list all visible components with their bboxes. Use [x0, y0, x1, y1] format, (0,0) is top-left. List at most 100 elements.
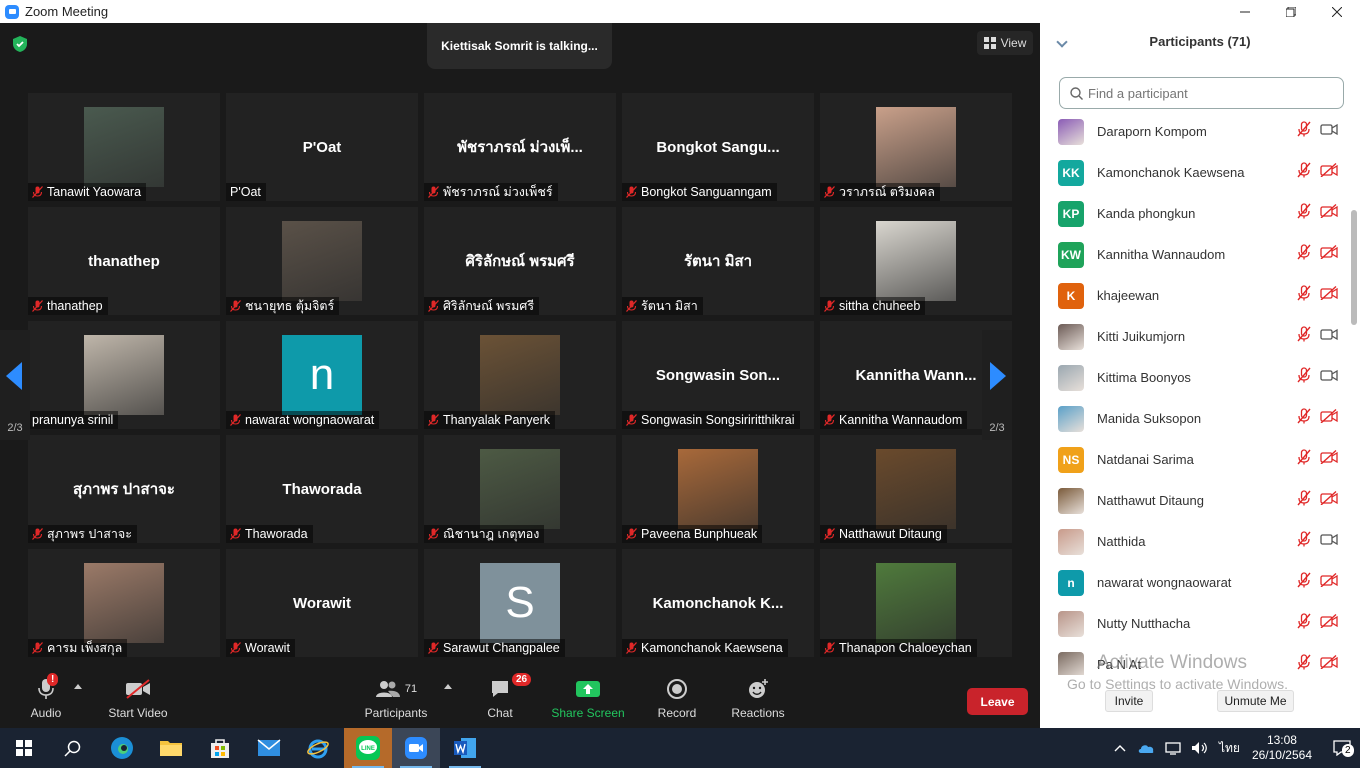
camera-off-icon[interactable]: [1320, 490, 1338, 506]
video-tile[interactable]: Bongkot Sangu... Bongkot Sanguanngam: [622, 93, 814, 201]
participant-row[interactable]: NS Natdanai Sarima: [1040, 439, 1350, 480]
video-tile[interactable]: Natthawut Ditaung: [820, 435, 1012, 543]
camera-off-icon[interactable]: [1320, 162, 1338, 178]
participants-button[interactable]: 71 Participants: [362, 676, 430, 724]
mic-muted-icon[interactable]: [1296, 326, 1312, 342]
video-tile[interactable]: Thanyalak Panyerk: [424, 321, 616, 429]
video-tile[interactable]: วราภรณ์ ตริมงคล: [820, 93, 1012, 201]
participant-row[interactable]: Natthawut Ditaung: [1040, 480, 1350, 521]
input-language[interactable]: ไทย: [1219, 739, 1240, 758]
mic-muted-icon[interactable]: [1296, 203, 1312, 219]
participant-row[interactable]: Manida Suksopon: [1040, 398, 1350, 439]
start-video-button[interactable]: Start Video: [104, 676, 172, 724]
chat-button[interactable]: 26 Chat: [480, 673, 532, 724]
camera-off-icon[interactable]: [1320, 203, 1338, 219]
chevron-up-icon[interactable]: [1113, 743, 1127, 753]
video-tile[interactable]: รัตนา มิสา รัตนา มิสา: [622, 207, 814, 315]
audio-options-caret-icon[interactable]: [74, 684, 82, 689]
camera-on-icon[interactable]: [1320, 368, 1338, 382]
mic-muted-icon[interactable]: [1296, 572, 1312, 588]
unmute-me-button[interactable]: Unmute Me: [1217, 690, 1294, 712]
minimize-icon[interactable]: [1222, 0, 1268, 23]
mic-muted-icon[interactable]: [1296, 531, 1312, 547]
participant-search-box[interactable]: [1059, 77, 1344, 109]
camera-off-icon[interactable]: [1320, 654, 1338, 670]
taskbar-internet-explorer[interactable]: [294, 728, 342, 768]
maximize-icon[interactable]: [1268, 0, 1314, 23]
video-tile[interactable]: คารม เพ็งสกุล: [28, 549, 220, 657]
leave-meeting-button[interactable]: Leave: [967, 688, 1028, 715]
notification-center-button[interactable]: 2: [1324, 728, 1360, 768]
mic-muted-icon[interactable]: [1296, 449, 1312, 465]
participant-row[interactable]: KK Kamonchanok Kaewsena: [1040, 152, 1350, 193]
video-tile[interactable]: ชนายุทธ ตุ้มจิตร์: [226, 207, 418, 315]
view-button[interactable]: View: [977, 31, 1033, 55]
participants-scrollbar[interactable]: [1351, 210, 1357, 325]
camera-off-icon[interactable]: [1320, 244, 1338, 260]
camera-off-icon[interactable]: [1320, 613, 1338, 629]
participant-row[interactable]: KW Kannitha Wannaudom: [1040, 234, 1350, 275]
video-tile[interactable]: Kamonchanok K... Kamonchanok Kaewsena: [622, 549, 814, 657]
onedrive-cloud-icon[interactable]: [1137, 742, 1155, 754]
participant-search-input[interactable]: [1088, 85, 1328, 101]
mic-muted-icon[interactable]: [1296, 490, 1312, 506]
mic-muted-icon[interactable]: [1296, 613, 1312, 629]
share-screen-button[interactable]: Share Screen: [551, 676, 625, 724]
taskbar-store[interactable]: [196, 728, 244, 768]
camera-on-icon[interactable]: [1320, 327, 1338, 341]
participant-row[interactable]: KP Kanda phongkun: [1040, 193, 1350, 234]
taskbar-mail[interactable]: [245, 728, 293, 768]
video-tile[interactable]: Thaworada Thaworada: [226, 435, 418, 543]
reactions-button[interactable]: Reactions: [728, 676, 788, 724]
audio-button[interactable]: ! Audio: [26, 673, 66, 724]
participant-row[interactable]: Nutty Nutthacha: [1040, 603, 1350, 644]
camera-off-icon[interactable]: [1320, 408, 1338, 424]
mic-muted-icon[interactable]: [1296, 121, 1312, 137]
video-tile[interactable]: สุภาพร ปาสาจะ สุภาพร ปาสาจะ: [28, 435, 220, 543]
participant-row[interactable]: Kitti Juikumjorn: [1040, 316, 1350, 357]
taskbar-line[interactable]: LINE: [344, 728, 392, 768]
taskbar-zoom[interactable]: [392, 728, 440, 768]
participants-options-caret-icon[interactable]: [444, 684, 452, 689]
mic-muted-icon[interactable]: [1296, 285, 1312, 301]
participant-row[interactable]: Kkhajeewan: [1040, 275, 1350, 316]
video-tile[interactable]: P'Oat P'Oat: [226, 93, 418, 201]
participant-row[interactable]: n nawarat wongnaowarat: [1040, 562, 1350, 603]
camera-on-icon[interactable]: [1320, 532, 1338, 546]
video-tile[interactable]: sittha chuheeb: [820, 207, 1012, 315]
video-tile[interactable]: ณิชานาฎ เกตุทอง: [424, 435, 616, 543]
video-tile[interactable]: พัชราภรณ์ ม่วงเพ็... พัชราภรณ์ ม่วงเพ็ชร์: [424, 93, 616, 201]
video-tile[interactable]: ศิริลักษณ์ พรมศรี ศิริลักษณ์ พรมศรี: [424, 207, 616, 315]
mic-muted-icon[interactable]: [1296, 408, 1312, 424]
video-tile[interactable]: Tanawit Yaowara: [28, 93, 220, 201]
video-tile[interactable]: pranunya srinil: [28, 321, 220, 429]
camera-off-icon[interactable]: [1320, 449, 1338, 465]
camera-off-icon[interactable]: [1320, 285, 1338, 301]
video-tile[interactable]: Songwasin Son... Songwasin Songsiriritthi…: [622, 321, 814, 429]
taskbar-file-explorer[interactable]: [147, 728, 195, 768]
taskbar-word[interactable]: [441, 728, 489, 768]
mic-muted-icon[interactable]: [1296, 367, 1312, 383]
next-page-button[interactable]: 2/3: [982, 330, 1012, 440]
taskbar-search[interactable]: [48, 728, 96, 768]
video-tile[interactable]: thanathep thanathep: [28, 207, 220, 315]
close-icon[interactable]: [1314, 0, 1360, 23]
participant-row[interactable]: Kittima Boonyos: [1040, 357, 1350, 398]
video-tile[interactable]: Worawit Worawit: [226, 549, 418, 657]
start-button[interactable]: [0, 728, 48, 768]
mic-muted-icon[interactable]: [1296, 654, 1312, 670]
camera-on-icon[interactable]: [1320, 122, 1338, 136]
prev-page-button[interactable]: 2/3: [0, 330, 30, 440]
video-tile[interactable]: S Sarawut Changpalee: [424, 549, 616, 657]
camera-off-icon[interactable]: [1320, 572, 1338, 588]
video-tile[interactable]: Paveena Bunphueak: [622, 435, 814, 543]
encryption-shield-icon[interactable]: [12, 35, 28, 53]
network-icon[interactable]: [1165, 741, 1181, 755]
participant-row[interactable]: Daraporn Kompom: [1040, 111, 1350, 152]
mic-muted-icon[interactable]: [1296, 244, 1312, 260]
participant-row[interactable]: Natthida: [1040, 521, 1350, 562]
taskbar-edge[interactable]: [98, 728, 146, 768]
volume-icon[interactable]: [1191, 741, 1209, 755]
mic-muted-icon[interactable]: [1296, 162, 1312, 178]
video-tile[interactable]: Thanapon Chaloeychan: [820, 549, 1012, 657]
